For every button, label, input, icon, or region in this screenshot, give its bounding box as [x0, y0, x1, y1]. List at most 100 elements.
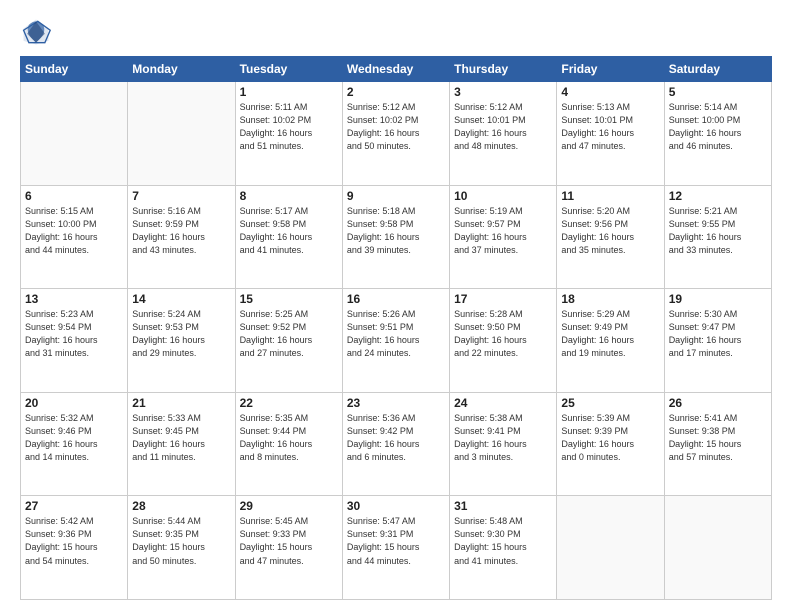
- calendar-cell: 2 Sunrise: 5:12 AM Sunset: 10:02 PM Dayli…: [342, 82, 449, 186]
- calendar-cell: 15 Sunrise: 5:25 AM Sunset: 9:52 PM Dayli…: [235, 289, 342, 393]
- day-number: 16: [347, 292, 445, 306]
- day-info: Sunrise: 5:14 AM Sunset: 10:00 PM Daylig…: [669, 101, 767, 153]
- day-info: Sunrise: 5:44 AM Sunset: 9:35 PM Dayligh…: [132, 515, 230, 567]
- weekday-header: Friday: [557, 57, 664, 82]
- weekday-header: Tuesday: [235, 57, 342, 82]
- day-number: 9: [347, 189, 445, 203]
- day-info: Sunrise: 5:17 AM Sunset: 9:58 PM Dayligh…: [240, 205, 338, 257]
- day-info: Sunrise: 5:32 AM Sunset: 9:46 PM Dayligh…: [25, 412, 123, 464]
- logo: [20, 16, 56, 48]
- calendar-cell: 3 Sunrise: 5:12 AM Sunset: 10:01 PM Dayli…: [450, 82, 557, 186]
- day-number: 29: [240, 499, 338, 513]
- day-number: 18: [561, 292, 659, 306]
- day-info: Sunrise: 5:45 AM Sunset: 9:33 PM Dayligh…: [240, 515, 338, 567]
- day-info: Sunrise: 5:25 AM Sunset: 9:52 PM Dayligh…: [240, 308, 338, 360]
- calendar-cell: 16 Sunrise: 5:26 AM Sunset: 9:51 PM Dayli…: [342, 289, 449, 393]
- calendar-cell: 7Sunrise: 5:16 AM Sunset: 9:59 PM Daylig…: [128, 185, 235, 289]
- calendar-cell: 17 Sunrise: 5:28 AM Sunset: 9:50 PM Dayli…: [450, 289, 557, 393]
- weekday-header: Thursday: [450, 57, 557, 82]
- header: [20, 16, 772, 48]
- day-info: Sunrise: 5:18 AM Sunset: 9:58 PM Dayligh…: [347, 205, 445, 257]
- logo-icon: [20, 16, 52, 48]
- calendar-cell: 20 Sunrise: 5:32 AM Sunset: 9:46 PM Dayli…: [21, 392, 128, 496]
- calendar-cell: 26Sunrise: 5:41 AM Sunset: 9:38 PM Dayli…: [664, 392, 771, 496]
- day-number: 12: [669, 189, 767, 203]
- day-number: 8: [240, 189, 338, 203]
- calendar: SundayMondayTuesdayWednesdayThursdayFrid…: [20, 56, 772, 600]
- calendar-week-row: 1Sunrise: 5:11 AM Sunset: 10:02 PM Dayli…: [21, 82, 772, 186]
- weekday-header: Saturday: [664, 57, 771, 82]
- calendar-cell: 21 Sunrise: 5:33 AM Sunset: 9:45 PM Dayli…: [128, 392, 235, 496]
- day-info: Sunrise: 5:21 AM Sunset: 9:55 PM Dayligh…: [669, 205, 767, 257]
- calendar-cell: 11Sunrise: 5:20 AM Sunset: 9:56 PM Dayli…: [557, 185, 664, 289]
- calendar-cell: 4Sunrise: 5:13 AM Sunset: 10:01 PM Dayli…: [557, 82, 664, 186]
- day-number: 21: [132, 396, 230, 410]
- calendar-cell: 13Sunrise: 5:23 AM Sunset: 9:54 PM Dayli…: [21, 289, 128, 393]
- day-number: 23: [347, 396, 445, 410]
- day-info: Sunrise: 5:29 AM Sunset: 9:49 PM Dayligh…: [561, 308, 659, 360]
- calendar-cell: 10Sunrise: 5:19 AM Sunset: 9:57 PM Dayli…: [450, 185, 557, 289]
- day-info: Sunrise: 5:12 AM Sunset: 10:02 PM Daylig…: [347, 101, 445, 153]
- calendar-cell: 30Sunrise: 5:47 AM Sunset: 9:31 PM Dayli…: [342, 496, 449, 600]
- calendar-week-row: 20 Sunrise: 5:32 AM Sunset: 9:46 PM Dayli…: [21, 392, 772, 496]
- calendar-week-row: 27Sunrise: 5:42 AM Sunset: 9:36 PM Dayli…: [21, 496, 772, 600]
- calendar-cell: 18 Sunrise: 5:29 AM Sunset: 9:49 PM Dayli…: [557, 289, 664, 393]
- calendar-week-row: 6 Sunrise: 5:15 AM Sunset: 10:00 PM Dayli…: [21, 185, 772, 289]
- day-number: 30: [347, 499, 445, 513]
- day-number: 27: [25, 499, 123, 513]
- day-info: Sunrise: 5:35 AM Sunset: 9:44 PM Dayligh…: [240, 412, 338, 464]
- calendar-cell: 27Sunrise: 5:42 AM Sunset: 9:36 PM Dayli…: [21, 496, 128, 600]
- calendar-cell: [664, 496, 771, 600]
- weekday-header: Wednesday: [342, 57, 449, 82]
- day-info: Sunrise: 5:48 AM Sunset: 9:30 PM Dayligh…: [454, 515, 552, 567]
- weekday-header: Sunday: [21, 57, 128, 82]
- day-number: 5: [669, 85, 767, 99]
- calendar-cell: 24 Sunrise: 5:38 AM Sunset: 9:41 PM Dayli…: [450, 392, 557, 496]
- day-info: Sunrise: 5:24 AM Sunset: 9:53 PM Dayligh…: [132, 308, 230, 360]
- calendar-cell: 5 Sunrise: 5:14 AM Sunset: 10:00 PM Dayli…: [664, 82, 771, 186]
- calendar-cell: 25 Sunrise: 5:39 AM Sunset: 9:39 PM Dayli…: [557, 392, 664, 496]
- day-info: Sunrise: 5:33 AM Sunset: 9:45 PM Dayligh…: [132, 412, 230, 464]
- day-number: 7: [132, 189, 230, 203]
- day-number: 20: [25, 396, 123, 410]
- calendar-cell: [128, 82, 235, 186]
- page: SundayMondayTuesdayWednesdayThursdayFrid…: [0, 0, 792, 612]
- day-number: 28: [132, 499, 230, 513]
- day-number: 14: [132, 292, 230, 306]
- calendar-cell: 12 Sunrise: 5:21 AM Sunset: 9:55 PM Dayli…: [664, 185, 771, 289]
- day-number: 13: [25, 292, 123, 306]
- day-number: 17: [454, 292, 552, 306]
- calendar-cell: 19Sunrise: 5:30 AM Sunset: 9:47 PM Dayli…: [664, 289, 771, 393]
- day-info: Sunrise: 5:15 AM Sunset: 10:00 PM Daylig…: [25, 205, 123, 257]
- day-info: Sunrise: 5:41 AM Sunset: 9:38 PM Dayligh…: [669, 412, 767, 464]
- day-number: 22: [240, 396, 338, 410]
- day-info: Sunrise: 5:26 AM Sunset: 9:51 PM Dayligh…: [347, 308, 445, 360]
- day-info: Sunrise: 5:38 AM Sunset: 9:41 PM Dayligh…: [454, 412, 552, 464]
- calendar-cell: 22 Sunrise: 5:35 AM Sunset: 9:44 PM Dayli…: [235, 392, 342, 496]
- day-number: 2: [347, 85, 445, 99]
- day-info: Sunrise: 5:28 AM Sunset: 9:50 PM Dayligh…: [454, 308, 552, 360]
- day-number: 6: [25, 189, 123, 203]
- calendar-cell: 23 Sunrise: 5:36 AM Sunset: 9:42 PM Dayli…: [342, 392, 449, 496]
- calendar-week-row: 13Sunrise: 5:23 AM Sunset: 9:54 PM Dayli…: [21, 289, 772, 393]
- day-number: 4: [561, 85, 659, 99]
- day-info: Sunrise: 5:30 AM Sunset: 9:47 PM Dayligh…: [669, 308, 767, 360]
- calendar-cell: 29 Sunrise: 5:45 AM Sunset: 9:33 PM Dayli…: [235, 496, 342, 600]
- day-info: Sunrise: 5:12 AM Sunset: 10:01 PM Daylig…: [454, 101, 552, 153]
- calendar-cell: 28 Sunrise: 5:44 AM Sunset: 9:35 PM Dayli…: [128, 496, 235, 600]
- day-info: Sunrise: 5:36 AM Sunset: 9:42 PM Dayligh…: [347, 412, 445, 464]
- day-number: 24: [454, 396, 552, 410]
- day-number: 3: [454, 85, 552, 99]
- calendar-cell: 8 Sunrise: 5:17 AM Sunset: 9:58 PM Daylig…: [235, 185, 342, 289]
- calendar-cell: [557, 496, 664, 600]
- day-info: Sunrise: 5:11 AM Sunset: 10:02 PM Daylig…: [240, 101, 338, 153]
- calendar-cell: 14 Sunrise: 5:24 AM Sunset: 9:53 PM Dayli…: [128, 289, 235, 393]
- calendar-cell: 6 Sunrise: 5:15 AM Sunset: 10:00 PM Dayli…: [21, 185, 128, 289]
- day-number: 31: [454, 499, 552, 513]
- day-number: 25: [561, 396, 659, 410]
- calendar-cell: [21, 82, 128, 186]
- day-info: Sunrise: 5:39 AM Sunset: 9:39 PM Dayligh…: [561, 412, 659, 464]
- day-number: 15: [240, 292, 338, 306]
- calendar-cell: 1Sunrise: 5:11 AM Sunset: 10:02 PM Dayli…: [235, 82, 342, 186]
- calendar-header-row: SundayMondayTuesdayWednesdayThursdayFrid…: [21, 57, 772, 82]
